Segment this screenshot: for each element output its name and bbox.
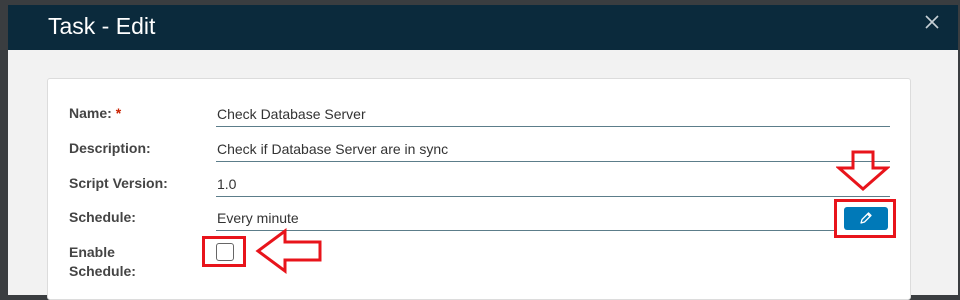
edit-button-highlight [834, 199, 896, 238]
required-marker: * [115, 105, 122, 121]
down-arrow-annotation [836, 150, 890, 191]
dialog-header: Task - Edit [8, 5, 958, 50]
name-label: Name: * [69, 105, 121, 121]
script-version-input[interactable]: 1.0 [216, 170, 890, 197]
checkbox-highlight [202, 236, 246, 267]
name-label-text: Name: [69, 105, 112, 121]
form-card: Name: * Check Database Server Descriptio… [47, 78, 911, 300]
script-version-label: Script Version: [69, 175, 168, 191]
task-edit-dialog: Task - Edit Name: * Check Database Serve… [8, 5, 958, 300]
close-icon[interactable] [924, 14, 940, 30]
description-input[interactable]: Check if Database Server are in sync [216, 135, 890, 162]
script-version-input-value: 1.0 [217, 176, 237, 192]
left-arrow-annotation [255, 228, 322, 274]
name-input[interactable]: Check Database Server [216, 100, 890, 127]
description-input-value: Check if Database Server are in sync [217, 141, 449, 157]
description-label: Description: [69, 140, 151, 156]
enable-schedule-label-line2: Schedule: [69, 263, 136, 279]
schedule-label: Schedule: [69, 209, 136, 225]
dialog-title: Task - Edit [48, 13, 156, 39]
name-input-value: Check Database Server [217, 106, 366, 122]
schedule-input[interactable]: Every minute [216, 204, 836, 231]
enable-schedule-label-line1: Enable [69, 244, 115, 260]
schedule-input-value: Every minute [217, 210, 299, 226]
